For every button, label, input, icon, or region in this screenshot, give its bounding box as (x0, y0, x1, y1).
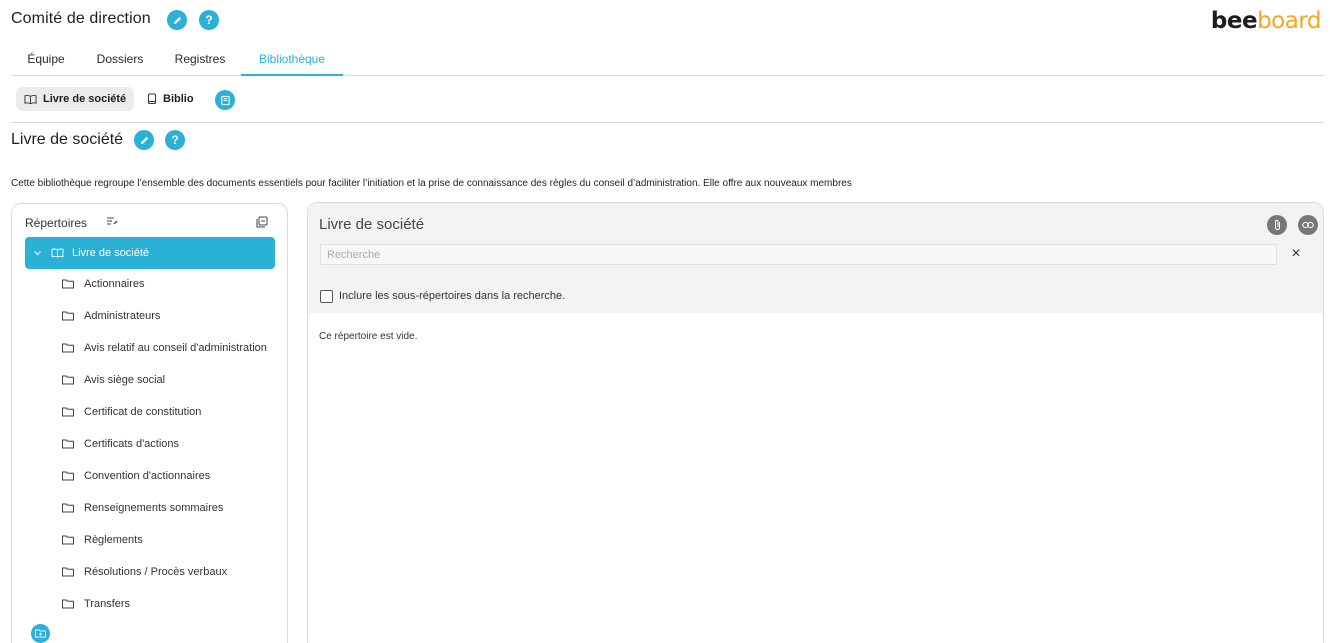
paperclip-icon (1274, 219, 1280, 231)
subtab-biblio[interactable]: Biblio (139, 87, 202, 111)
directory-content-panel: Livre de société × Inclure les sous-répe… (307, 202, 1324, 643)
tree-folder-label: Certificats d'actions (84, 438, 180, 450)
subtab-label: Livre de société (43, 93, 127, 105)
folder-icon (62, 407, 74, 417)
tab-bibliotheque[interactable]: Bibliothèque (241, 44, 343, 76)
edit-section-button[interactable] (134, 130, 154, 150)
tree-folder-item[interactable]: Renseignements sommaires (62, 498, 223, 518)
main-tabs: Équipe Dossiers Registres Bibliothèque (11, 44, 1324, 76)
attach-button[interactable] (1267, 215, 1287, 235)
tree-folder-item[interactable]: Avis relatif au conseil d'administration (62, 338, 267, 358)
folder-add-icon (35, 629, 46, 638)
link-icon (1302, 221, 1314, 229)
tree-folder-label: Avis relatif au conseil d'administration (84, 342, 267, 354)
chevron-down-icon[interactable] (34, 250, 41, 256)
section-help-button[interactable]: ? (165, 130, 185, 150)
include-subdirectories-label[interactable]: Inclure les sous-répertoires dans la rec… (339, 290, 565, 302)
content-toolbar: Livre de société × Inclure les sous-répe… (308, 203, 1323, 313)
empty-directory-message: Ce répertoire est vide. (319, 331, 418, 342)
search-input[interactable] (320, 244, 1277, 265)
clear-search-button[interactable]: × (1287, 245, 1305, 263)
subtab-label: Biblio (163, 93, 194, 105)
tree-root-livre-de-societe[interactable]: Livre de société (25, 237, 275, 269)
folder-icon (62, 503, 74, 513)
collapse-all-icon[interactable] (256, 216, 268, 228)
tree-folder-item[interactable]: Résolutions / Procès verbaux (62, 562, 227, 582)
tree-folder-item[interactable]: Administrateurs (62, 306, 160, 326)
tree-root-label: Livre de société (72, 247, 150, 259)
folder-icon (62, 471, 74, 481)
tab-registres[interactable]: Registres (165, 44, 235, 76)
folder-icon (62, 343, 74, 353)
page-title: Comité de direction (11, 10, 151, 27)
tree-folder-label: Administrateurs (84, 310, 161, 322)
tree-folder-label: Convention d'actionnaires (84, 470, 211, 482)
help-button[interactable]: ? (199, 10, 219, 30)
add-library-button[interactable] (215, 90, 235, 110)
top-header: Comité de direction ? beeboard (0, 0, 1330, 40)
link-button[interactable] (1298, 215, 1318, 235)
tree-folder-item[interactable]: Certificat de constitution (62, 402, 201, 422)
open-book-icon (24, 94, 37, 104)
tree-folder-item[interactable]: Certificats d'actions (62, 434, 179, 454)
reorder-icon[interactable] (106, 216, 118, 226)
library-add-icon (220, 95, 230, 105)
edit-title-button[interactable] (167, 10, 187, 30)
folder-icon (62, 279, 74, 289)
tab-equipe[interactable]: Équipe (11, 44, 81, 76)
tree-folder-label: Transfers (84, 598, 131, 610)
divider (11, 122, 1324, 123)
tree-folder-label: Règlements (84, 534, 143, 546)
logo-part-bee: bee (1210, 8, 1258, 34)
add-folder-button[interactable] (31, 624, 50, 643)
sub-tabs: Livre de société Biblio (0, 85, 1330, 123)
pencil-icon (173, 16, 181, 24)
folder-icon (62, 311, 74, 321)
logo-part-board: board (1257, 8, 1321, 34)
tree-folder-label: Renseignements sommaires (84, 502, 224, 514)
tree-folder-label: Résolutions / Procès verbaux (84, 566, 228, 578)
folder-icon (62, 375, 74, 385)
beeboard-logo: beeboard (1210, 8, 1322, 34)
folder-icon (62, 535, 74, 545)
tree-heading: Répertoires (25, 216, 88, 230)
book-icon (148, 93, 156, 104)
content-title: Livre de société (319, 216, 425, 233)
section-description: Cette bibliothèque regroupe l’ensemble d… (11, 178, 852, 189)
directory-tree-panel: Répertoires Livre de société Actionnaire… (11, 203, 288, 643)
tree-folder-item[interactable]: Actionnaires (62, 274, 145, 294)
tree-folder-label: Actionnaires (84, 278, 145, 290)
pencil-icon (140, 136, 148, 144)
tree-folder-label: Certificat de constitution (84, 406, 202, 418)
include-subdirectories-checkbox[interactable] (320, 290, 333, 303)
open-book-icon (51, 248, 64, 258)
folder-icon (62, 599, 74, 609)
tree-folder-item[interactable]: Règlements (62, 530, 143, 550)
tree-folder-item[interactable]: Avis siège social (62, 370, 165, 390)
tree-folder-label: Avis siège social (84, 374, 166, 386)
folder-icon (62, 567, 74, 577)
tree-folder-item[interactable]: Transfers (62, 594, 130, 614)
tab-dossiers[interactable]: Dossiers (85, 44, 155, 76)
tree-folder-item[interactable]: Convention d'actionnaires (62, 466, 210, 486)
folder-icon (62, 439, 74, 449)
section-title: Livre de société (11, 131, 124, 148)
subtab-livre-de-societe[interactable]: Livre de société (16, 87, 135, 111)
